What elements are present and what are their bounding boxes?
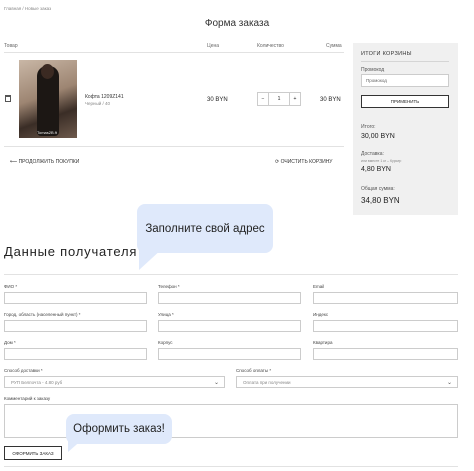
- delivery-method-select[interactable]: РУП Белпочта - 4.80 руб ⌄: [4, 376, 225, 388]
- bottom-divider: [4, 466, 458, 467]
- address-callout: Заполните свой адрес: [137, 204, 273, 253]
- continue-shopping-label: ПРОДОЛЖИТЬ ПОКУПКИ: [18, 159, 80, 165]
- header-total: Сумма: [326, 43, 342, 49]
- house-field[interactable]: [4, 348, 147, 360]
- promo-label: Промокод: [361, 67, 385, 73]
- phone-field[interactable]: [158, 292, 301, 304]
- chevron-down-icon: ⌄: [446, 380, 452, 386]
- apartment-label: Квартира: [313, 340, 333, 345]
- promo-input[interactable]: Промокод: [361, 74, 449, 87]
- chevron-down-icon: ⌄: [213, 380, 219, 386]
- recipient-title: Данные получателя: [4, 244, 138, 259]
- summary-title: ИТОГИ КОРЗИНЫ: [361, 51, 412, 57]
- order-callout-tail: [68, 438, 84, 452]
- zip-label: Индекс: [313, 312, 329, 317]
- delivery-note: или вместе 1 кг – Курьер: [361, 159, 402, 163]
- zip-field[interactable]: [313, 320, 458, 332]
- summary-divider: [361, 61, 449, 62]
- product-total: 30 BYN: [320, 97, 341, 103]
- header-price: Цена: [207, 43, 220, 49]
- page-title: Форма заказа: [204, 18, 270, 29]
- product-watermark: Tomas2B.ft: [37, 130, 58, 135]
- product-name[interactable]: Кофта 1209Z141: [85, 94, 124, 100]
- street-field[interactable]: [158, 320, 301, 332]
- apply-promo-button[interactable]: ПРИМЕНИТЬ: [361, 95, 449, 108]
- street-label: Улица *: [158, 312, 174, 317]
- delivery-value: 4,80 BYN: [361, 166, 391, 173]
- fio-field[interactable]: [4, 292, 147, 304]
- clear-cart-label: ОЧИСТИТЬ КОРЗИНУ: [280, 159, 333, 165]
- product-variant: Черный / 40: [85, 101, 110, 106]
- grand-total-value: 34,80 BYN: [361, 196, 400, 205]
- quantity-value[interactable]: 1: [268, 93, 290, 105]
- building-label: Корпус: [158, 340, 173, 345]
- header-divider: [4, 52, 344, 53]
- quantity-stepper[interactable]: − 1 +: [257, 92, 301, 106]
- delivery-label: Доставка:: [361, 151, 384, 157]
- address-callout-tail: [139, 248, 163, 270]
- clear-cart-link[interactable]: ⟳ ОЧИСТИТЬ КОРЗИНУ: [275, 159, 333, 165]
- header-quantity: Количество: [257, 43, 284, 49]
- subtotal-value: 30,00 BYN: [361, 133, 395, 140]
- breadcrumb: Главная / Новые заказ: [4, 6, 52, 11]
- email-label: Email: [313, 284, 325, 289]
- item-divider: [4, 146, 344, 147]
- comment-label: Комментарий к заказу: [4, 396, 51, 401]
- phone-label: Телефон *: [158, 284, 180, 289]
- subtotal-label: Итого:: [361, 124, 376, 130]
- trash-icon[interactable]: [5, 95, 11, 102]
- product-image[interactable]: Tomas2B.ft: [19, 60, 77, 138]
- product-price: 30 BYN: [207, 97, 228, 103]
- fio-label: ФИО *: [4, 284, 18, 289]
- decrease-button[interactable]: −: [258, 93, 268, 105]
- place-order-button[interactable]: ОФОРМИТЬ ЗАКАЗ: [4, 446, 62, 460]
- payment-method-value: Оплата при получении: [243, 380, 291, 385]
- email-field[interactable]: [313, 292, 458, 304]
- house-label: Дом *: [4, 340, 16, 345]
- city-field[interactable]: [4, 320, 147, 332]
- header-product: Товар: [4, 43, 18, 49]
- recipient-divider: [4, 274, 458, 275]
- delivery-method-value: РУП Белпочта - 4.80 руб: [11, 380, 63, 385]
- delivery-method-label: Способ доставки *: [4, 368, 43, 373]
- increase-button[interactable]: +: [290, 93, 300, 105]
- arrow-left-icon: ⟵: [10, 159, 18, 165]
- refresh-icon: ⟳: [275, 159, 280, 165]
- payment-method-label: Способ оплаты *: [236, 368, 272, 373]
- grand-total-label: Общая сумма:: [361, 186, 395, 192]
- continue-shopping-link[interactable]: ⟵ ПРОДОЛЖИТЬ ПОКУПКИ: [10, 159, 79, 165]
- city-label: Город, область (населенный пункт) *: [4, 312, 81, 317]
- building-field[interactable]: [158, 348, 301, 360]
- payment-method-select[interactable]: Оплата при получении ⌄: [236, 376, 458, 388]
- apartment-field[interactable]: [313, 348, 458, 360]
